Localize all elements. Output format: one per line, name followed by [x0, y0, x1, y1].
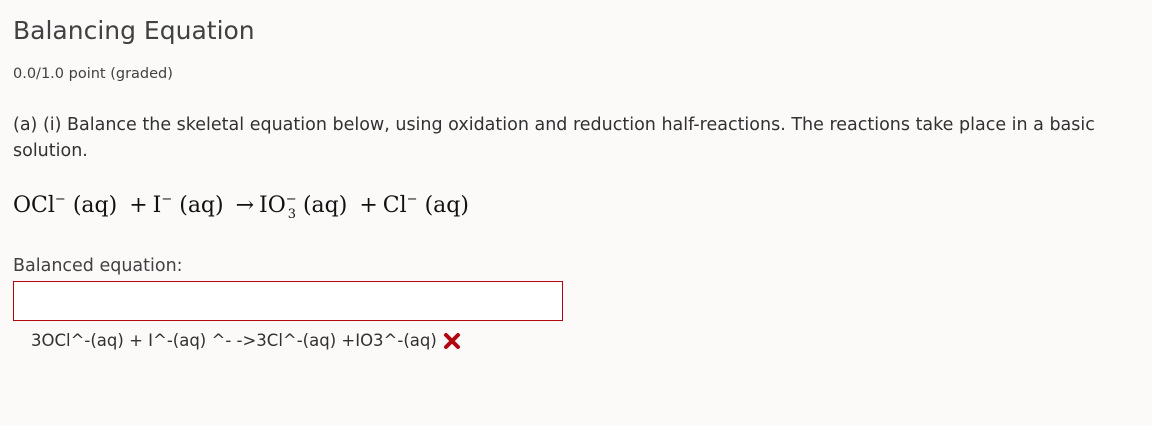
plus-sign: + — [359, 193, 378, 218]
reactant-ocl-state: (aq) — [72, 193, 118, 218]
problem-title: Balancing Equation — [13, 16, 255, 45]
skeletal-equation: OCl− (aq) + I− (aq) → IO−3 (aq) + Cl− (aq) — [13, 189, 469, 226]
product-iodate-charge: − — [285, 192, 297, 207]
product-chloride-state: (aq) — [424, 193, 469, 218]
reactant-iodide-charge: − — [161, 192, 173, 207]
product-iodate: IO — [259, 193, 286, 218]
answer-preview: 3OCl^-(aq) + I^-(aq) ^- ->3Cl^-(aq) +IO3… — [31, 329, 461, 353]
reactant-ocl-charge: − — [54, 192, 66, 207]
product-chloride-charge: − — [406, 192, 418, 207]
reaction-arrow: → — [235, 193, 255, 218]
answer-label: Balanced equation: — [13, 256, 183, 276]
problem-prompt: (a) (i) Balance the skeletal equation be… — [13, 115, 1095, 161]
product-iodate-subscript: 3 — [287, 207, 296, 222]
balanced-equation-input[interactable] — [13, 281, 563, 321]
plus-sign: + — [129, 193, 148, 218]
product-iodate-state: (aq) — [302, 193, 348, 218]
reactant-ocl: OCl — [13, 193, 55, 218]
points-status: 0.0/1.0 point (graded) — [13, 66, 173, 82]
answer-preview-text: 3OCl^-(aq) + I^-(aq) ^- ->3Cl^-(aq) +IO3… — [31, 331, 437, 350]
reactant-iodide-state: (aq) — [179, 193, 224, 218]
cross-icon — [443, 332, 461, 350]
product-chloride: Cl — [382, 193, 407, 218]
